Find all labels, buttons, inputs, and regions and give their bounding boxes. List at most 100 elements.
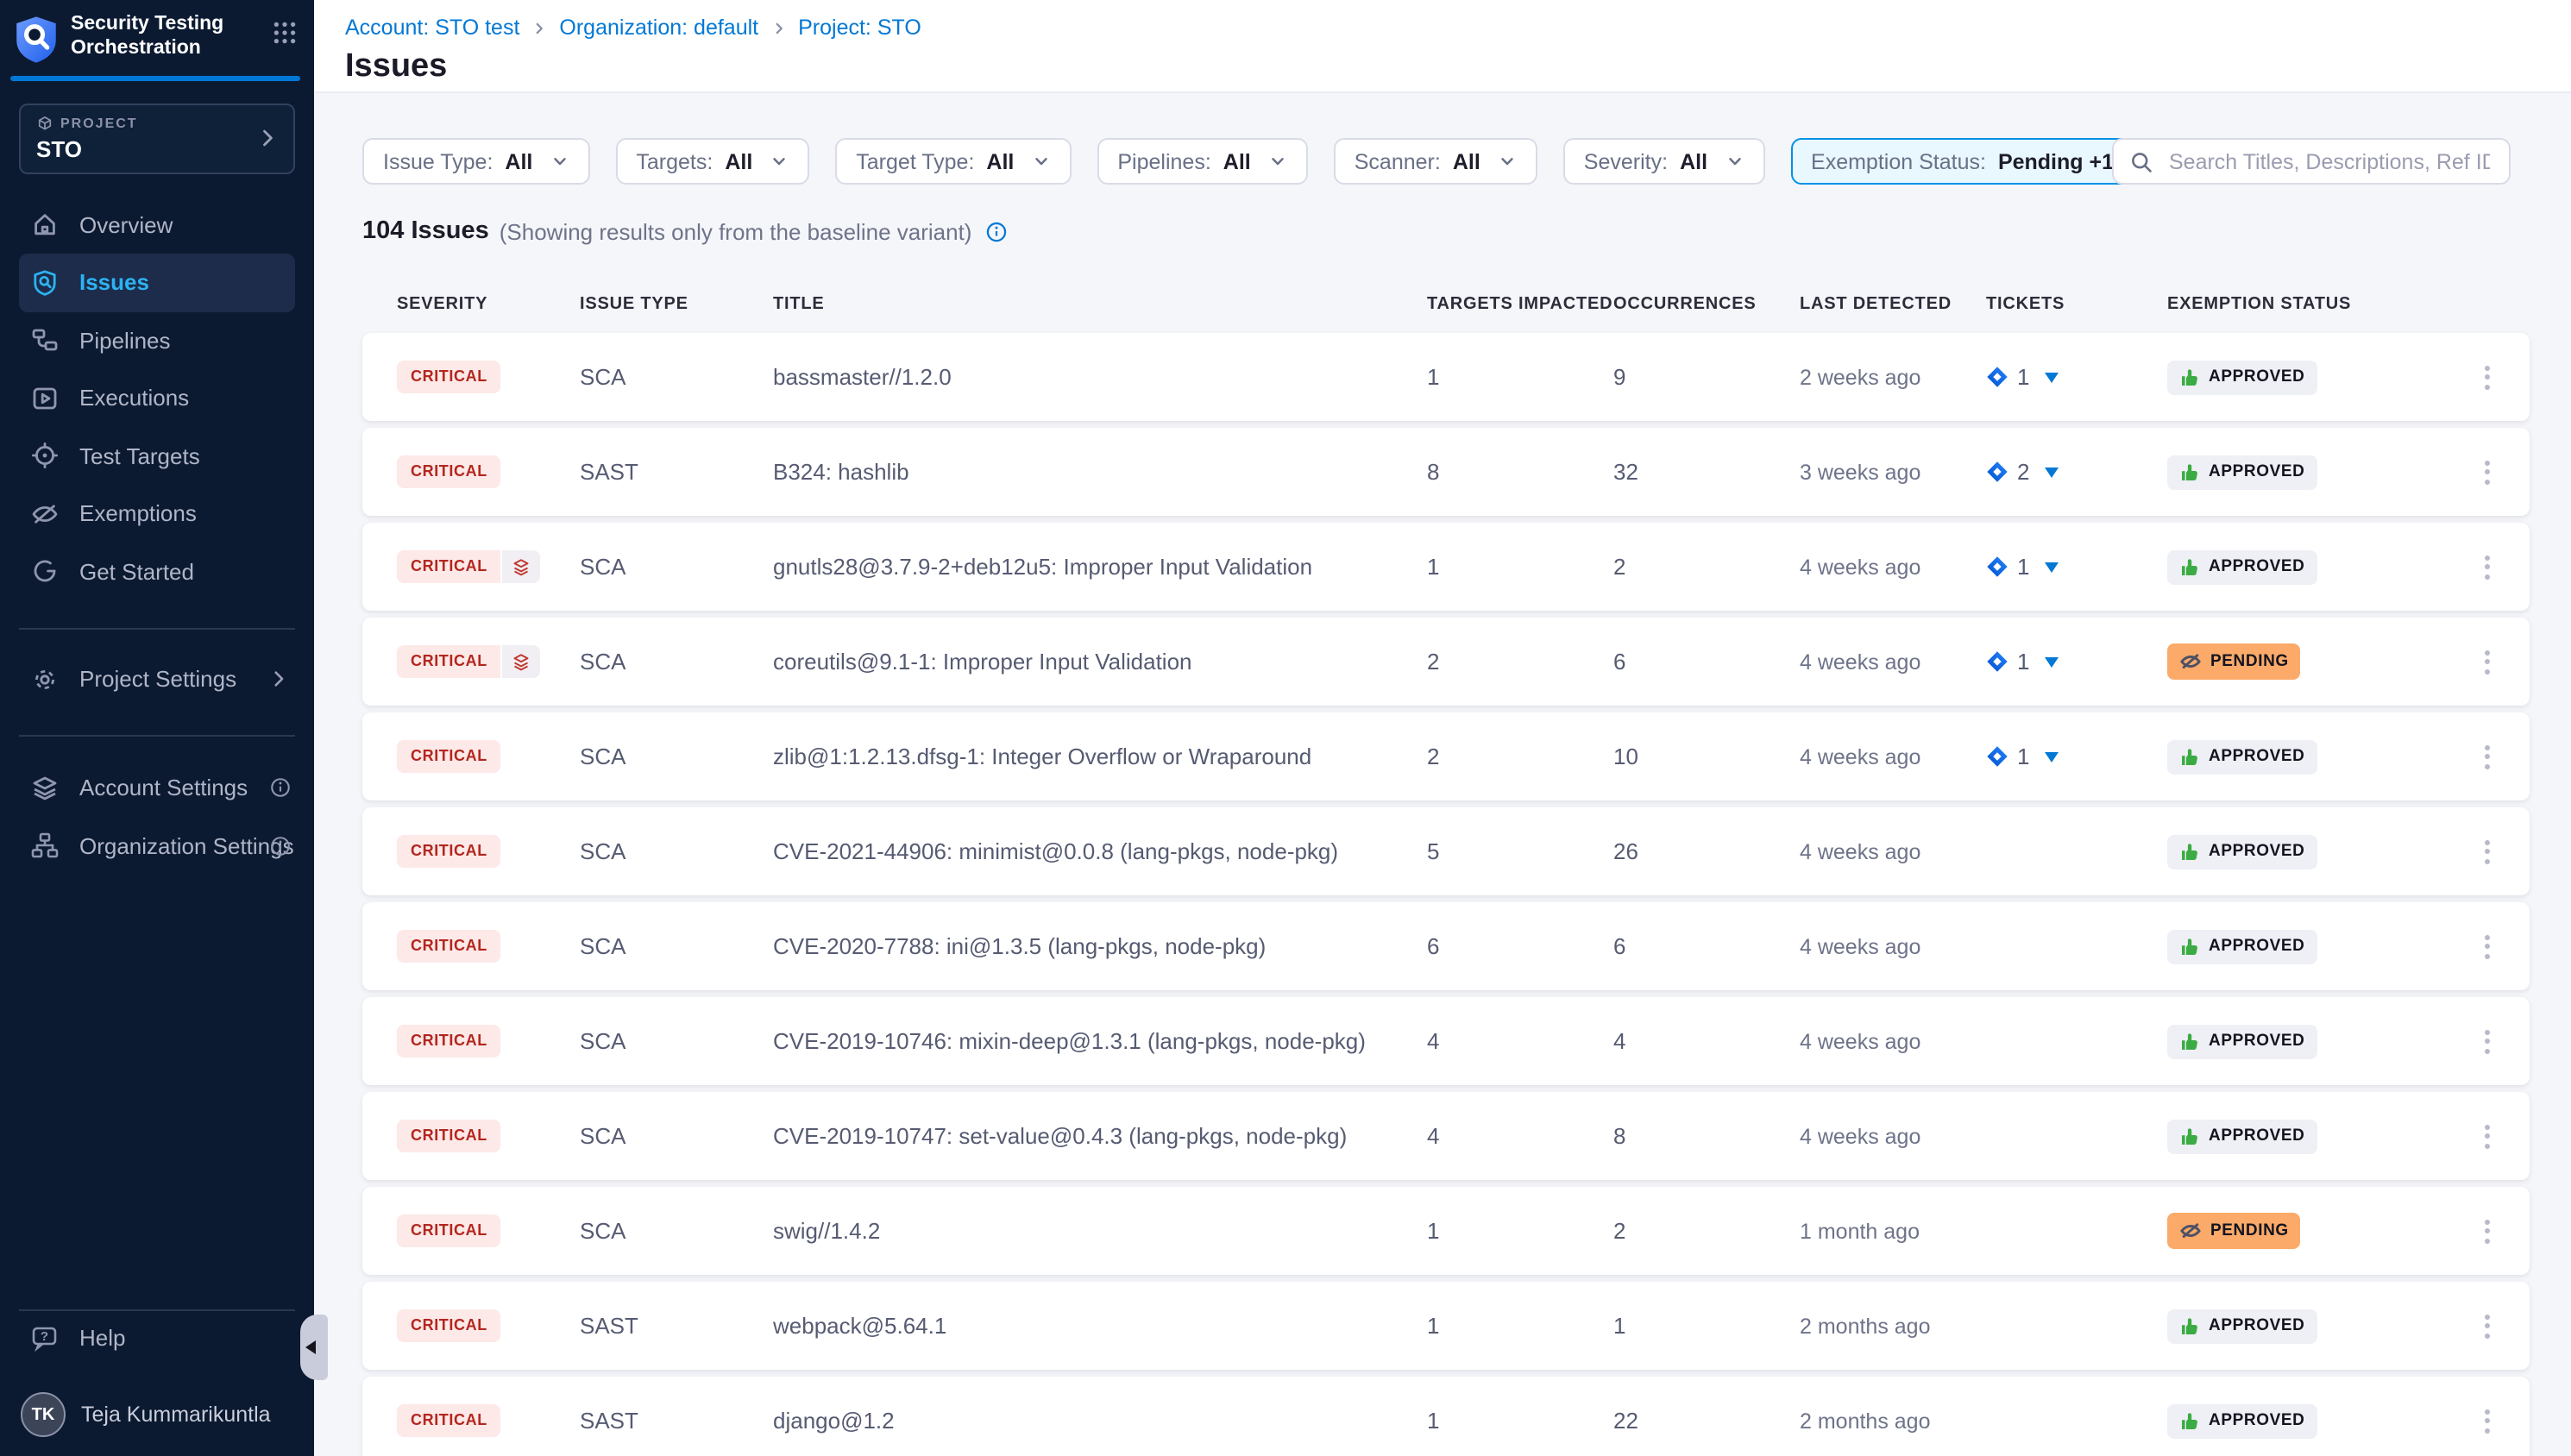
occurrences: 1 (1613, 1313, 1800, 1339)
eye-off-icon (2179, 1220, 2202, 1242)
issue-type: SCA (580, 838, 773, 864)
info-icon[interactable] (985, 220, 1008, 242)
filter-label: Scanner: (1355, 149, 1441, 173)
severity-badge: CRITICAL (397, 1214, 501, 1247)
jira-ticket-icon (1986, 745, 2008, 768)
sidebar-item-executions[interactable]: Executions (0, 369, 314, 427)
occurrences: 10 (1613, 744, 1800, 769)
table-row[interactable]: CRITICAL SAST django@1.2 1 22 2 months a… (362, 1377, 2530, 1456)
breadcrumb-link-organization[interactable]: Organization: default (559, 16, 758, 40)
help-label: Help (79, 1325, 126, 1351)
row-menu-button[interactable] (2474, 832, 2500, 870)
filter-label: Severity: (1584, 149, 1668, 173)
row-menu-button[interactable] (2474, 643, 2500, 681)
ticket-dropdown-caret-icon[interactable] (2045, 372, 2059, 382)
row-menu-button[interactable] (2474, 453, 2500, 491)
filter-pipelines[interactable]: Pipelines: All (1097, 138, 1307, 185)
sidebar-item-get-started[interactable]: Get Started (0, 543, 314, 600)
row-menu-button[interactable] (2474, 1022, 2500, 1060)
filter-scanner[interactable]: Scanner: All (1334, 138, 1537, 185)
table-row[interactable]: CRITICAL SCA CVE-2019-10746: mixin-deep@… (362, 997, 2530, 1085)
table-row[interactable]: CRITICAL SCA CVE-2019-10747: set-value@0… (362, 1092, 2530, 1180)
thumbs-up-icon (2179, 461, 2200, 482)
thumbs-up-icon (2179, 746, 2200, 767)
targets-impacted: 5 (1427, 838, 1613, 864)
exemption-status-badge: APPROVED (2167, 360, 2316, 394)
issue-title: swig//1.4.2 (773, 1218, 1427, 1244)
chevron-right-icon (770, 21, 786, 36)
shield-search-icon (31, 269, 59, 297)
ticket-dropdown-caret-icon[interactable] (2045, 562, 2059, 572)
project-label: PROJECT (60, 116, 138, 131)
sidebar-collapse-handle[interactable] (300, 1315, 328, 1380)
table-row[interactable]: CRITICAL SAST B324: hashlib 8 32 3 weeks… (362, 428, 2530, 516)
issues-panel: Issue Type: All Targets: All Target Type… (314, 93, 2571, 1456)
row-menu-button[interactable] (2474, 737, 2500, 775)
table-row[interactable]: CRITICAL SCA swig//1.4.2 1 2 1 month ago… (362, 1187, 2530, 1275)
search-icon (2129, 149, 2153, 173)
filter-target-type[interactable]: Target Type: All (835, 138, 1071, 185)
table-row[interactable]: CRITICAL SCA coreutils@9.1-1: Improper I… (362, 618, 2530, 706)
module-accent-rule (10, 76, 300, 80)
table-row[interactable]: CRITICAL SAST webpack@5.64.1 1 1 2 month… (362, 1282, 2530, 1370)
thumbs-up-icon (2179, 556, 2200, 577)
sidebar-item-project-settings[interactable]: Project Settings (0, 650, 314, 708)
table-row[interactable]: CRITICAL SCA zlib@1:1.2.13.dfsg-1: Integ… (362, 712, 2530, 800)
targets-impacted: 4 (1427, 1028, 1613, 1054)
sidebar-item-exemptions[interactable]: Exemptions (0, 485, 314, 543)
sidebar-item-pipelines[interactable]: Pipelines (0, 311, 314, 369)
row-menu-button[interactable] (2474, 1402, 2500, 1440)
exemption-status-badge: APPROVED (2167, 739, 2316, 774)
table-row[interactable]: CRITICAL SCA CVE-2020-7788: ini@1.3.5 (l… (362, 902, 2530, 990)
table-row[interactable]: CRITICAL SCA gnutls28@3.7.9-2+deb12u5: I… (362, 523, 2530, 611)
targets-impacted: 1 (1427, 554, 1613, 580)
filter-targets[interactable]: Targets: All (615, 138, 809, 185)
table-row[interactable]: CRITICAL SCA bassmaster//1.2.0 1 9 2 wee… (362, 333, 2530, 421)
thumbs-up-icon (2179, 1315, 2200, 1336)
row-menu-button[interactable] (2474, 1117, 2500, 1155)
target-icon (31, 442, 59, 470)
ticket-dropdown-caret-icon[interactable] (2045, 467, 2059, 477)
filter-value: All (1223, 149, 1251, 173)
module-grid-icon[interactable] (273, 21, 297, 45)
sidebar-item-issues[interactable]: Issues (19, 254, 295, 311)
svg-text:?: ? (41, 1328, 48, 1343)
row-menu-button[interactable] (2474, 1307, 2500, 1345)
breadcrumb-link-project[interactable]: Project: STO (798, 16, 921, 40)
issue-title: webpack@5.64.1 (773, 1313, 1427, 1339)
occurrences: 6 (1613, 933, 1800, 959)
issues-table: SEVERITYISSUE TYPETITLETARGETS IMPACTEDO… (362, 292, 2530, 1456)
sidebar-item-test-targets[interactable]: Test Targets (0, 427, 314, 485)
occurrences: 26 (1613, 838, 1800, 864)
row-menu-button[interactable] (2474, 548, 2500, 586)
table-row[interactable]: CRITICAL SCA CVE-2021-44906: minimist@0.… (362, 807, 2530, 895)
ticket-count: 1 (2017, 649, 2029, 675)
ticket-dropdown-caret-icon[interactable] (2045, 751, 2059, 762)
breadcrumb-link-account[interactable]: Account: STO test (345, 16, 519, 40)
filter-severity[interactable]: Severity: All (1563, 138, 1764, 185)
sidebar-item-help[interactable]: ? Help (0, 1315, 314, 1361)
filter-label: Pipelines: (1117, 149, 1210, 173)
project-selector[interactable]: PROJECT STO (19, 103, 295, 173)
ticket-dropdown-caret-icon[interactable] (2045, 656, 2059, 667)
row-menu-button[interactable] (2474, 927, 2500, 965)
filter-issue-type[interactable]: Issue Type: All (362, 138, 589, 185)
severity-badge: CRITICAL (397, 1025, 501, 1057)
info-icon[interactable] (269, 835, 292, 857)
filter-value: All (505, 149, 532, 173)
targets-impacted: 1 (1427, 1218, 1613, 1244)
user-menu[interactable]: TK Teja Kummarikuntla (0, 1390, 314, 1439)
last-detected: 2 weeks ago (1800, 365, 1986, 389)
sidebar-item-organization-settings[interactable]: Organization Settings (0, 817, 314, 875)
search-input[interactable] (2166, 147, 2493, 175)
info-icon[interactable] (269, 777, 292, 800)
main-content: Account: STO test Organization: default … (314, 0, 2571, 1456)
filter-value: All (1453, 149, 1480, 173)
issue-type: SCA (580, 1218, 773, 1244)
issues-count-note: (Showing results only from the baseline … (500, 218, 972, 244)
row-menu-button[interactable] (2474, 1212, 2500, 1250)
eye-off-icon (2179, 650, 2202, 673)
sidebar-item-overview[interactable]: Overview (0, 196, 314, 254)
row-menu-button[interactable] (2474, 358, 2500, 396)
sidebar-item-account-settings[interactable]: Account Settings (0, 759, 314, 817)
